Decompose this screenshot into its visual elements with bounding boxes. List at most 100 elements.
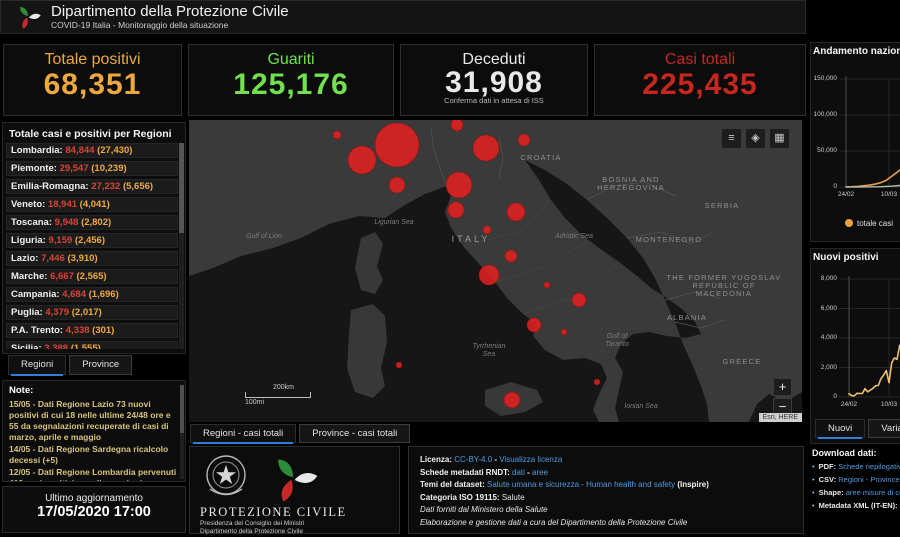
tab-nuovi[interactable]: Nuovi: [815, 419, 865, 438]
tab-regioni[interactable]: Regioni: [8, 355, 66, 375]
region-positive: (10,239): [91, 163, 126, 174]
region-bubble[interactable]: [504, 392, 520, 408]
region-bubble[interactable]: [473, 135, 499, 161]
logo-panel: PROTEZIONE CIVILE Presidenza del Consigl…: [189, 446, 400, 534]
region-name: Lazio:: [11, 253, 41, 264]
basemap-icon[interactable]: ◈: [745, 128, 766, 149]
license-line: Schede metadati RNDT: dati - aree: [420, 467, 792, 480]
logo-org-name: PROTEZIONE CIVILE: [200, 505, 389, 520]
region-bubble[interactable]: [389, 177, 405, 193]
license-link[interactable]: Salute umana e sicurezza - Human health …: [487, 480, 675, 489]
scrollbar-thumb[interactable]: [179, 143, 184, 233]
region-bubble[interactable]: [448, 202, 464, 218]
region-total: 27,232: [91, 181, 123, 192]
region-bubble[interactable]: [507, 203, 525, 221]
region-bubble[interactable]: [483, 226, 491, 234]
country-label: MONTENEGRO: [636, 235, 703, 244]
region-name: Campania:: [11, 289, 62, 300]
tab-province-casi-totali[interactable]: Province - casi totali: [299, 424, 410, 443]
region-name: P.A. Trento:: [11, 325, 66, 336]
right-sidebar: Andamento nazionale 150,000100,00050,000…: [810, 42, 900, 537]
tab-province[interactable]: Province: [69, 355, 132, 375]
license-link[interactable]: CC-BY-4.0: [454, 455, 492, 464]
region-bubble[interactable]: [446, 172, 472, 198]
scale-km: 200km: [273, 384, 311, 391]
region-row[interactable]: Piemonte: 29,547 (10,239): [6, 161, 178, 176]
region-bubble[interactable]: [561, 329, 567, 335]
download-link[interactable]: aree misure di contenimento: [846, 488, 900, 497]
chart-legend[interactable]: totale casi: [845, 219, 893, 228]
license-link[interactable]: dati: [512, 468, 525, 477]
region-bubble[interactable]: [505, 250, 517, 262]
license-text: Categoria ISO 19115:: [420, 493, 502, 502]
last-update-panel: Ultimo aggiornamento 17/05/2020 17:00: [2, 486, 186, 533]
region-bubble[interactable]: [544, 282, 550, 288]
tab-variazione[interactable]: Variazione: [868, 419, 900, 438]
legend-dot-icon: [845, 219, 853, 227]
page-title: Dipartimento della Protezione Civile: [51, 4, 289, 20]
sea-label: Adriatic Sea: [554, 233, 593, 240]
tab-regioni-casi-totali[interactable]: Regioni - casi totali: [190, 424, 296, 443]
region-bubble[interactable]: [396, 362, 402, 368]
region-name: Emilia-Romagna:: [11, 181, 91, 192]
region-bubble[interactable]: [479, 265, 499, 285]
region-name: Puglia:: [11, 307, 45, 318]
scale-mi: 100mi: [245, 399, 311, 406]
bullet-icon: •: [812, 488, 815, 497]
notes-scrollbar[interactable]: [180, 385, 184, 479]
region-row[interactable]: Campania: 4,684 (1,696): [6, 287, 178, 302]
country-label: SERBIA: [705, 201, 740, 210]
x-tick-label: 10/03: [881, 401, 897, 408]
card-value: 68,351: [4, 69, 181, 101]
x-tick-label: 24/02: [841, 401, 857, 408]
last-update-label: Ultimo aggiornamento: [3, 493, 185, 504]
legend-icon[interactable]: ≡: [721, 128, 742, 149]
region-row[interactable]: Emilia-Romagna: 27,232 (5,656): [6, 179, 178, 194]
regions-scrollbar[interactable]: [179, 143, 184, 349]
card-guariti: Guariti 125,176: [188, 44, 394, 116]
region-row[interactable]: P.A. Trento: 4,338 (301): [6, 323, 178, 338]
region-bubble[interactable]: [518, 134, 530, 146]
license-panel: Licenza: CC-BY-4.0 - Visualizza licenzaS…: [408, 446, 804, 534]
country-label: GREECE: [723, 357, 762, 366]
series-nuovi-positivi: [849, 344, 900, 396]
region-row[interactable]: Puglia: 4,379 (2,017): [6, 305, 178, 320]
sea-label: Ligurian Sea: [374, 219, 413, 226]
region-bubble[interactable]: [451, 120, 463, 131]
region-bubble[interactable]: [333, 131, 341, 139]
italy-map[interactable]: CROATIABOSNIA ANDHERZEGOVINASERBIAMONTEN…: [189, 120, 802, 422]
region-row[interactable]: Veneto: 18,941 (4,041): [6, 197, 178, 212]
header-bar: Dipartimento della Protezione Civile COV…: [0, 0, 806, 34]
map-tab-bar: Regioni - casi totali Province - casi to…: [190, 424, 413, 443]
region-bubble[interactable]: [594, 379, 600, 385]
map-attribution[interactable]: Esri, HERE: [759, 413, 802, 422]
region-bubble[interactable]: [572, 293, 586, 307]
region-total: 18,941: [48, 199, 80, 210]
region-bubble[interactable]: [527, 318, 541, 332]
card-value: 31,908: [401, 69, 587, 97]
notes-body: 15/05 - Dati Regione Lazio 73 nuovi posi…: [9, 399, 177, 482]
download-link[interactable]: Schede riepilogative: [838, 462, 900, 471]
protezione-civile-logo-icon: [266, 453, 320, 503]
scrollbar-thumb[interactable]: [180, 385, 184, 433]
download-item: •Shape: aree misure di contenimento: [812, 488, 900, 497]
region-row[interactable]: Toscana: 9,948 (2,802): [6, 215, 178, 230]
region-total: 9,159: [48, 235, 74, 246]
region-row[interactable]: Marche: 6,667 (2,565): [6, 269, 178, 284]
region-row[interactable]: Lombardia: 84,844 (27,430): [6, 143, 178, 158]
region-bubble[interactable]: [375, 123, 419, 167]
download-link[interactable]: Regioni - Province - Andamento: [838, 475, 900, 484]
license-line: Dati forniti dal Ministero della Salute: [420, 504, 792, 517]
region-bubble[interactable]: [348, 146, 376, 174]
region-total: 7,446: [41, 253, 67, 264]
region-row[interactable]: Sicilia: 3,388 (1,555): [6, 341, 178, 349]
region-row[interactable]: Liguria: 9,159 (2,456): [6, 233, 178, 248]
overview-icon[interactable]: ▦: [769, 128, 790, 149]
license-link[interactable]: Visualizza licenza: [499, 455, 562, 464]
map-panel[interactable]: CROATIABOSNIA ANDHERZEGOVINASERBIAMONTEN…: [189, 120, 802, 422]
region-row[interactable]: Lazio: 7,446 (3,910): [6, 251, 178, 266]
license-link[interactable]: aree: [532, 468, 548, 477]
bullet-icon: •: [812, 501, 815, 510]
download-item: •CSV: Regioni - Province - Andamento: [812, 475, 900, 484]
zoom-in-button[interactable]: +: [773, 378, 792, 396]
